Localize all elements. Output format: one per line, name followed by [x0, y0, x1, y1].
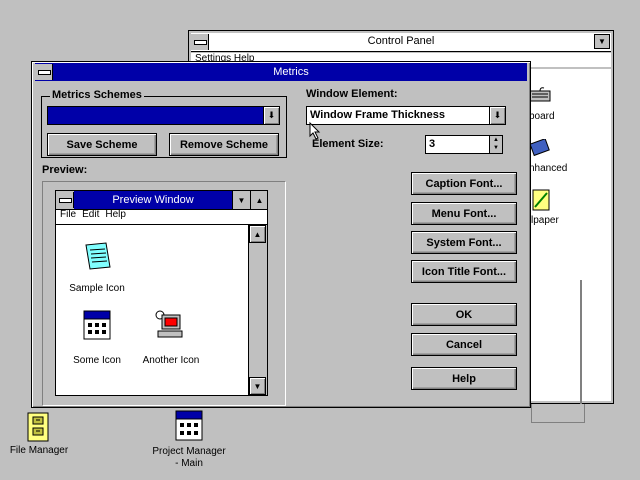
wallpaper-label: lpaper	[531, 215, 559, 226]
element-size-value: 3	[429, 138, 436, 150]
ok-button[interactable]: OK	[411, 303, 517, 326]
preview-maximize-icon: ▲	[250, 191, 268, 209]
another-icon-label: Another Icon	[142, 355, 200, 366]
preview-menu-help: Help	[105, 209, 126, 220]
file-cabinet-icon[interactable]	[25, 412, 51, 442]
preview-scroll-down-icon: ▼	[249, 377, 266, 395]
control-panel-minimize-icon[interactable]: ▼	[594, 34, 610, 49]
mouse-cursor-icon	[309, 121, 321, 140]
element-size-spin-arrows-icon[interactable]: ▲ ▼	[489, 136, 502, 153]
preview-titlebar: Preview Window ▼ ▲	[56, 191, 267, 210]
preview-menu-edit: Edit	[82, 209, 100, 220]
preview-label: Preview:	[42, 164, 88, 176]
some-icon-label: Some Icon	[73, 355, 121, 366]
wallpaper-icon[interactable]	[531, 189, 551, 211]
system-font-button[interactable]: System Font...	[411, 231, 517, 254]
window-element-dropdown-arrow-icon[interactable]: ⬇	[489, 107, 505, 124]
keyboard-label: board	[529, 111, 555, 122]
preview-scrollbar: ▲ ▼	[248, 225, 267, 395]
preview-menu-file: File	[60, 209, 77, 220]
cancel-button[interactable]: Cancel	[411, 333, 517, 356]
background-window-frame	[531, 404, 585, 423]
project-manager-label: Project Manager - Main	[152, 446, 226, 469]
background-window-edge	[580, 280, 582, 420]
preview-menubar: File Edit Help	[56, 209, 267, 225]
program-group-icon[interactable]	[172, 410, 206, 442]
preview-system-menu-icon	[56, 192, 74, 208]
control-panel-title: Control Panel	[367, 35, 435, 47]
menu-font-button[interactable]: Menu Font...	[411, 202, 517, 225]
chip-icon[interactable]	[529, 138, 551, 157]
save-scheme-button[interactable]: Save Scheme	[47, 133, 157, 156]
metrics-title: Metrics	[273, 66, 309, 78]
preview-scroll-up-icon: ▲	[249, 225, 266, 243]
control-panel-system-menu-icon[interactable]	[191, 34, 209, 50]
icon-title-font-button[interactable]: Icon Title Font...	[411, 260, 517, 283]
window-element-label: Window Element:	[306, 88, 398, 100]
window-element-dropdown[interactable]: Window Frame Thickness ⬇	[306, 106, 506, 125]
preview-window: Preview Window ▼ ▲ File Edit Help ▲ ▼ Sa…	[55, 190, 268, 396]
schemes-dropdown-arrow-icon[interactable]: ⬇	[263, 107, 279, 124]
program-group-icon	[80, 309, 114, 341]
computer-icon	[152, 309, 186, 341]
help-button[interactable]: Help	[411, 367, 517, 390]
metrics-schemes-dropdown[interactable]: ⬇	[47, 106, 280, 125]
caption-font-button[interactable]: Caption Font...	[411, 172, 517, 195]
control-panel-titlebar[interactable]: Control Panel ▼	[191, 33, 611, 52]
preview-minimize-icon: ▼	[232, 191, 250, 209]
element-size-label: Element Size:	[312, 138, 384, 150]
metrics-titlebar[interactable]: Metrics	[35, 63, 527, 81]
notepad-icon	[80, 241, 114, 273]
file-manager-label: File Manager	[9, 445, 69, 456]
preview-title: Preview Window	[74, 191, 232, 209]
keyboard-icon[interactable]	[529, 87, 551, 103]
enhanced-label: nhanced	[529, 163, 568, 174]
sample-icon-label: Sample Icon	[69, 283, 125, 294]
remove-scheme-button[interactable]: Remove Scheme	[169, 133, 279, 156]
metrics-system-menu-icon[interactable]	[35, 64, 53, 80]
metrics-schemes-value	[48, 107, 51, 119]
metrics-dialog[interactable]: Metrics Metrics Schemes ⬇ Save Scheme Re…	[31, 61, 531, 408]
element-size-spinner[interactable]: 3 ▲ ▼	[425, 135, 503, 154]
preview-area: Preview Window ▼ ▲ File Edit Help ▲ ▼ Sa…	[42, 181, 286, 406]
window-element-value: Window Frame Thickness	[310, 109, 445, 121]
metrics-schemes-label: Metrics Schemes	[50, 89, 144, 101]
